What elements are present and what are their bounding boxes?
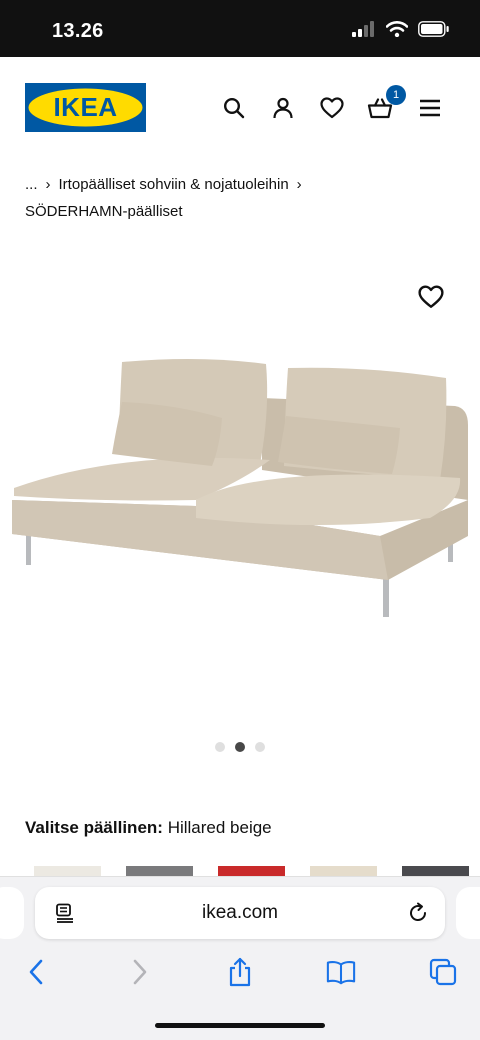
next-tab-preview[interactable] — [456, 887, 480, 939]
wifi-icon — [386, 21, 408, 37]
carousel-dot[interactable] — [255, 742, 265, 752]
address-bar[interactable]: ikea.com — [35, 887, 445, 939]
user-icon — [273, 97, 293, 119]
breadcrumb: ... › Irtopäälliset sohviin & nojatuoleihi… — [25, 171, 310, 225]
share-icon — [229, 957, 251, 987]
cover-selection: Valitse päällinen: Hillared beige — [25, 818, 272, 838]
cellular-signal-icon — [352, 21, 374, 37]
forward-icon — [133, 959, 147, 985]
chevron-right-icon: › — [45, 176, 51, 193]
menu-button[interactable] — [417, 95, 443, 121]
home-indicator — [155, 1023, 325, 1028]
forward-button[interactable] — [125, 957, 155, 987]
product-image-sofa[interactable] — [0, 340, 480, 670]
browser-bottom-bar: ikea.com — [0, 876, 480, 1040]
carousel-dot[interactable] — [215, 742, 225, 752]
save-to-favourites-heart-icon[interactable] — [418, 284, 444, 310]
search-icon — [223, 97, 245, 119]
site-header: IKEA — [0, 57, 480, 157]
share-button[interactable] — [225, 957, 255, 987]
cover-label: Valitse päällinen: — [25, 818, 163, 837]
account-button[interactable] — [270, 95, 296, 121]
reload-icon[interactable] — [407, 902, 429, 924]
previous-tab-preview[interactable] — [0, 887, 24, 939]
back-button[interactable] — [21, 957, 51, 987]
carousel-dot-active[interactable] — [235, 742, 245, 752]
bookmarks-button[interactable] — [326, 957, 356, 987]
status-icons — [352, 21, 450, 37]
status-bar: 13.26 — [0, 0, 480, 57]
cover-value: Hillared beige — [167, 818, 272, 837]
heart-icon — [320, 97, 344, 119]
breadcrumb-current[interactable]: SÖDERHAMN-päälliset — [25, 198, 310, 225]
breadcrumb-ellipsis[interactable]: ... — [25, 176, 38, 193]
tabs-button[interactable] — [428, 957, 458, 987]
status-time: 13.26 — [52, 20, 104, 42]
back-icon — [29, 959, 43, 985]
favourites-button[interactable] — [319, 95, 345, 121]
ikea-logo[interactable]: IKEA — [25, 83, 146, 132]
carousel-indicator — [215, 742, 265, 752]
menu-icon — [420, 99, 440, 117]
chevron-right-icon: › — [296, 176, 302, 193]
bookmarks-icon — [326, 961, 356, 985]
tabs-icon — [429, 958, 457, 986]
breadcrumb-parent-link[interactable]: Irtopäälliset sohviin & nojatuoleihin — [59, 176, 289, 193]
search-button[interactable] — [221, 95, 247, 121]
battery-icon — [418, 21, 449, 37]
logo-text: IKEA — [53, 92, 117, 122]
url-text[interactable]: ikea.com — [35, 902, 445, 924]
cart-count-badge: 1 — [386, 85, 406, 105]
